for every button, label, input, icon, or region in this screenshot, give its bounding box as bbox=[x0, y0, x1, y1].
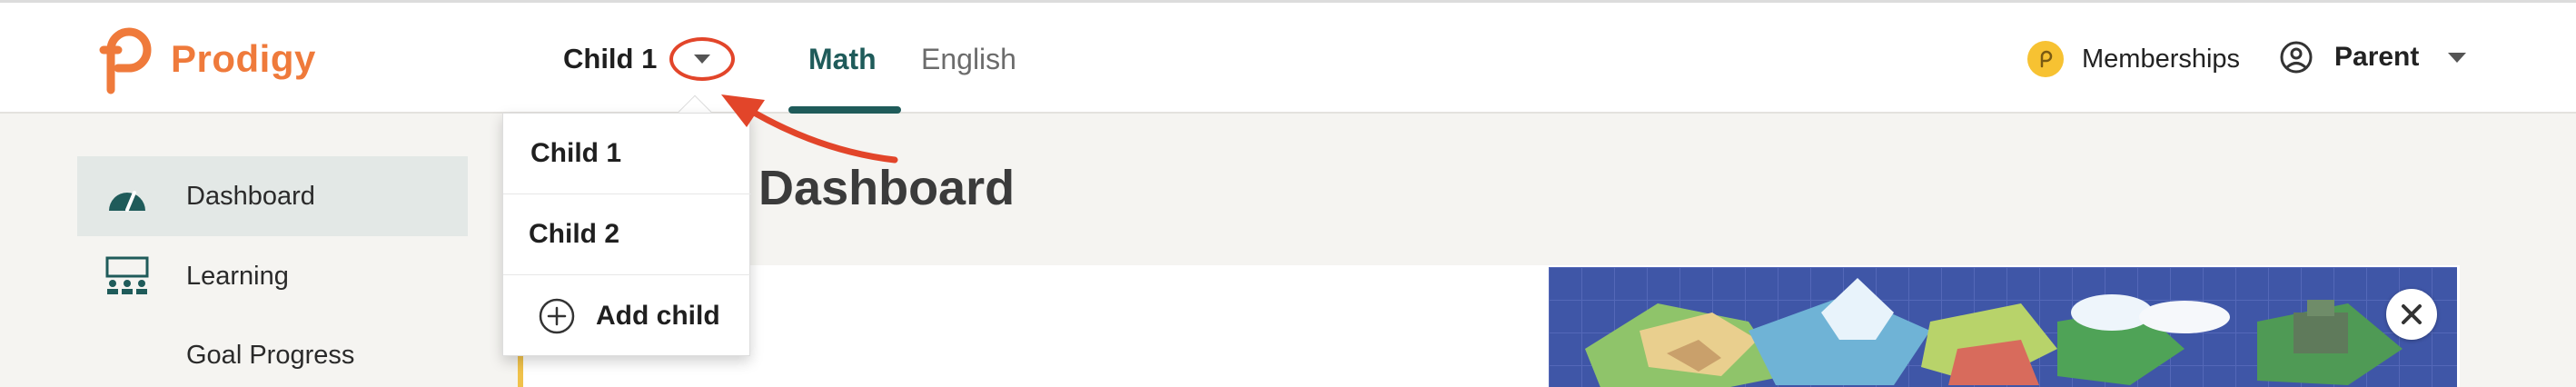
close-icon bbox=[2402, 304, 2422, 324]
sidebar-item-label: Dashboard bbox=[186, 181, 315, 211]
child-selector-toggle[interactable] bbox=[669, 37, 736, 81]
user-circle-icon bbox=[2280, 41, 2313, 74]
annotation-arrow-icon bbox=[721, 94, 898, 164]
top-navigation-bar: Prodigy Child 1 Math English Memberships… bbox=[0, 0, 2576, 114]
tab-math[interactable]: Math bbox=[808, 43, 877, 76]
account-menu[interactable]: Parent bbox=[2278, 39, 2467, 75]
dropdown-item-child-2[interactable]: Child 2 bbox=[503, 194, 751, 275]
tab-english[interactable]: English bbox=[921, 43, 1016, 76]
sidebar-item-dashboard[interactable]: Dashboard bbox=[77, 156, 468, 236]
child-selector[interactable]: Child 1 bbox=[563, 37, 736, 81]
classroom-icon bbox=[99, 256, 155, 296]
sidebar-item-learning[interactable]: Learning bbox=[77, 236, 468, 316]
plus-circle-icon bbox=[539, 298, 575, 333]
brand-name: Prodigy bbox=[171, 37, 316, 80]
page: Prodigy Child 1 Math English Memberships… bbox=[0, 0, 2576, 387]
add-child-button[interactable]: Add child bbox=[503, 275, 751, 356]
speedometer-icon bbox=[99, 178, 155, 214]
memberships-label: Memberships bbox=[2082, 44, 2241, 74]
game-world-banner-image bbox=[1549, 267, 2457, 387]
dropdown-item-label: Child 2 bbox=[529, 219, 620, 249]
account-label: Parent bbox=[2334, 42, 2420, 72]
sidebar-item-label: Learning bbox=[186, 261, 289, 291]
prodigy-logo[interactable]: Prodigy bbox=[91, 23, 316, 95]
child-selector-label: Child 1 bbox=[563, 43, 658, 74]
sidebar-item-label: Goal Progress bbox=[186, 340, 355, 370]
close-banner-button[interactable] bbox=[2386, 289, 2437, 340]
add-child-label: Add child bbox=[596, 300, 720, 331]
membership-coin-icon bbox=[2027, 41, 2064, 77]
memberships-link[interactable]: Memberships bbox=[2027, 41, 2240, 77]
dropdown-item-label: Child 1 bbox=[530, 138, 622, 168]
chevron-down-icon bbox=[694, 55, 711, 64]
sidebar-item-goal-progress[interactable]: Goal Progress bbox=[77, 323, 468, 387]
prodigy-logo-icon bbox=[99, 27, 152, 94]
chevron-down-icon bbox=[2448, 52, 2467, 63]
